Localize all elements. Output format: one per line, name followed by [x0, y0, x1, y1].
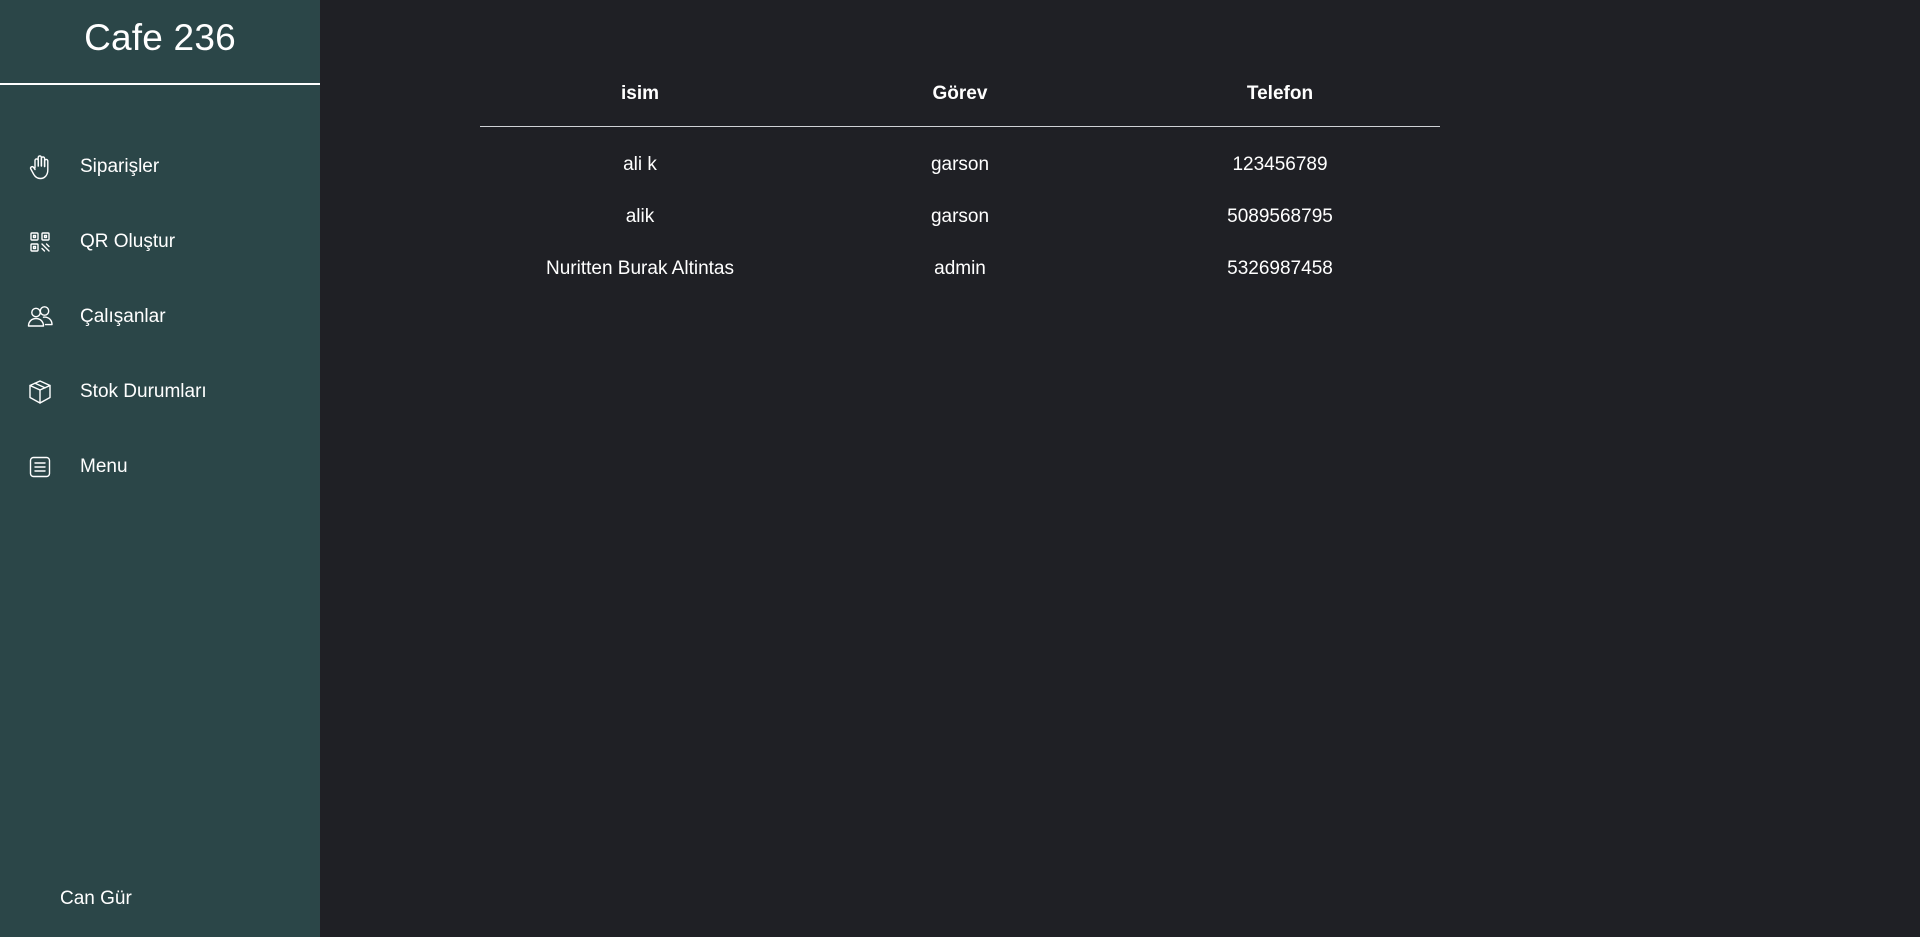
column-header-isim: isim: [480, 70, 800, 127]
cell-name: ali k: [623, 154, 657, 175]
main-content: isim Görev Telefon ali k garson 12345678…: [320, 0, 1920, 937]
sidebar-nav: Siparişler QR Oluştur Çalışanlar Stok Du…: [0, 129, 320, 504]
hand-icon: [25, 152, 55, 182]
column-header-gorev: Görev: [800, 70, 1120, 127]
cell-name: Nuritten Burak Altintas: [546, 258, 734, 279]
column-header-telefon: Telefon: [1120, 70, 1440, 127]
qr-code-icon: [25, 227, 55, 257]
table-row: ali k garson 123456789: [480, 127, 1440, 192]
current-user-name[interactable]: Can Gür: [60, 888, 132, 910]
employees-table: isim Görev Telefon ali k garson 12345678…: [480, 70, 1440, 295]
table-row: Nuritten Burak Altintas admin 5326987458: [480, 243, 1440, 295]
cell-phone: 123456789: [1232, 154, 1328, 175]
sidebar-item-siparisler[interactable]: Siparişler: [0, 129, 320, 204]
cell-role: admin: [934, 258, 986, 279]
box-icon: [25, 377, 55, 407]
sidebar-item-label: Menu: [80, 455, 128, 477]
sidebar-item-calisanlar[interactable]: Çalışanlar: [0, 279, 320, 354]
app-root: Cafe 236 Siparişler QR Oluştur Çalışanla…: [0, 0, 1920, 937]
sidebar-item-menu[interactable]: Menu: [0, 429, 320, 504]
sidebar-item-label: Çalışanlar: [80, 305, 166, 327]
users-icon: [25, 302, 55, 332]
app-title: Cafe 236: [84, 16, 236, 58]
cell-phone: 5089568795: [1227, 206, 1333, 227]
sidebar-item-label: QR Oluştur: [80, 230, 176, 252]
sidebar-item-label: Stok Durumları: [80, 380, 207, 402]
table-header-row: isim Görev Telefon: [480, 70, 1440, 127]
brand-header: Cafe 236: [0, 0, 320, 85]
table-row: alik garson 5089568795: [480, 191, 1440, 243]
cell-role: garson: [930, 154, 990, 175]
list-icon: [25, 452, 55, 482]
sidebar-item-stok-durumlari[interactable]: Stok Durumları: [0, 354, 320, 429]
sidebar-item-qr-olustur[interactable]: QR Oluştur: [0, 204, 320, 279]
sidebar-item-label: Siparişler: [80, 155, 160, 177]
sidebar: Cafe 236 Siparişler QR Oluştur Çalışanla…: [0, 0, 320, 937]
cell-role: garson: [930, 206, 990, 227]
cell-name: alik: [625, 206, 655, 227]
cell-phone: 5326987458: [1227, 258, 1333, 279]
